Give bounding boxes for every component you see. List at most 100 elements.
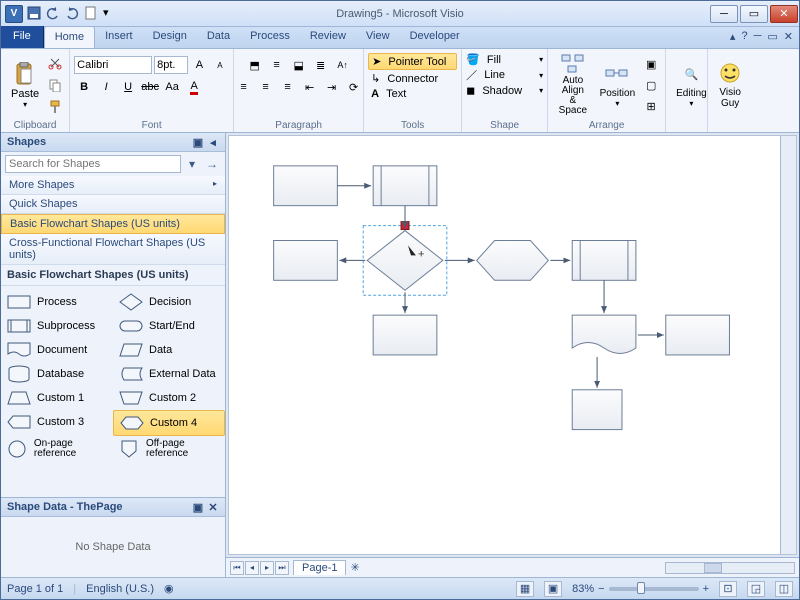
mdi-close-icon[interactable]: ✕ bbox=[784, 30, 793, 43]
shape-custom4[interactable]: Custom 4 bbox=[113, 410, 225, 436]
tab-view[interactable]: View bbox=[356, 26, 400, 48]
vertical-scrollbar[interactable] bbox=[780, 136, 796, 554]
ribbon-minimize-icon[interactable]: ▴ bbox=[730, 30, 736, 43]
cut-button[interactable] bbox=[45, 53, 65, 73]
stencil-basic-flowchart[interactable]: Basic Flowchart Shapes (US units) bbox=[1, 214, 225, 234]
text-case-button[interactable]: Aa bbox=[162, 77, 182, 97]
shape-custom2[interactable]: Custom 2 bbox=[113, 386, 225, 410]
shadow-button[interactable]: ◼ Shadow▾ bbox=[466, 84, 543, 97]
shrink-font-button[interactable]: A bbox=[211, 55, 230, 75]
paste-button[interactable]: Paste ▾ bbox=[5, 52, 45, 118]
tab-insert[interactable]: Insert bbox=[95, 26, 143, 48]
zoom-in-button[interactable]: + bbox=[703, 583, 709, 595]
tab-design[interactable]: Design bbox=[143, 26, 197, 48]
align-center-button[interactable]: ≡ bbox=[256, 77, 276, 97]
close-button[interactable]: ✕ bbox=[770, 5, 798, 23]
shape-document[interactable]: Document bbox=[1, 338, 113, 362]
stencil-cross-functional[interactable]: Cross-Functional Flowchart Shapes (US un… bbox=[1, 234, 225, 265]
pin-icon[interactable]: ▣ bbox=[192, 136, 204, 148]
align-right-button[interactable]: ≡ bbox=[278, 77, 298, 97]
shape-startend[interactable]: Start/End bbox=[113, 314, 225, 338]
connector-tool-button[interactable]: ↳ Connector bbox=[368, 71, 457, 86]
pointer-tool-button[interactable]: ➤ Pointer Tool bbox=[368, 53, 457, 70]
last-page-button[interactable]: ⏭ bbox=[275, 561, 289, 575]
pin-icon[interactable]: ▣ bbox=[192, 501, 204, 513]
align-middle-button[interactable]: ≡ bbox=[267, 55, 287, 75]
increase-indent-button[interactable]: ⇥ bbox=[322, 77, 342, 97]
strike-button[interactable]: abc bbox=[140, 77, 160, 97]
line-button[interactable]: ／ Line▾ bbox=[466, 67, 543, 83]
underline-button[interactable]: U bbox=[118, 77, 138, 97]
align-top-button[interactable]: ⬒ bbox=[245, 55, 265, 75]
bullets-button[interactable]: ≣ bbox=[311, 55, 331, 75]
shapes-collapse-icon[interactable]: ◂ bbox=[207, 136, 219, 148]
decrease-indent-button[interactable]: ⇤ bbox=[300, 77, 320, 97]
shape-decision[interactable]: Decision bbox=[113, 290, 225, 314]
mdi-minimize-icon[interactable]: ─ bbox=[754, 30, 762, 43]
pan-zoom-button[interactable]: ◲ bbox=[747, 581, 765, 597]
shape-search-input[interactable] bbox=[5, 155, 181, 173]
align-bottom-button[interactable]: ⬓ bbox=[289, 55, 309, 75]
tab-data[interactable]: Data bbox=[197, 26, 240, 48]
shape-custom3[interactable]: Custom 3 bbox=[1, 410, 113, 434]
tab-review[interactable]: Review bbox=[300, 26, 356, 48]
undo-icon[interactable] bbox=[46, 6, 62, 22]
qat-dropdown-icon[interactable]: ▾ bbox=[103, 6, 119, 22]
position-button[interactable]: Position▾ bbox=[594, 52, 642, 118]
status-language[interactable]: English (U.S.) bbox=[86, 583, 154, 595]
font-name-combo[interactable] bbox=[74, 56, 152, 74]
align-left-button[interactable]: ≡ bbox=[234, 77, 254, 97]
shape-offpageref[interactable]: Off-page reference bbox=[113, 436, 225, 462]
shape-subprocess[interactable]: Subprocess bbox=[1, 314, 113, 338]
shape-data[interactable]: Data bbox=[113, 338, 225, 362]
close-icon[interactable]: ✕ bbox=[207, 501, 219, 513]
group-button[interactable]: ⊞ bbox=[641, 96, 661, 116]
switch-windows-button[interactable]: ◫ bbox=[775, 581, 793, 597]
text-tool-button[interactable]: A Text bbox=[368, 87, 457, 101]
save-icon[interactable] bbox=[27, 6, 43, 22]
page-tab[interactable]: Page-1 bbox=[293, 560, 346, 575]
drawing-canvas[interactable]: + bbox=[228, 135, 797, 555]
bring-front-button[interactable]: ▣ bbox=[641, 54, 661, 74]
presentation-view-button[interactable]: ▦ bbox=[516, 581, 534, 597]
auto-align-button[interactable]: Auto Align & Space bbox=[552, 52, 593, 118]
editing-button[interactable]: 🔍 Editing▾ bbox=[670, 52, 713, 118]
next-page-button[interactable]: ▸ bbox=[260, 561, 274, 575]
quick-shapes[interactable]: Quick Shapes bbox=[1, 195, 225, 214]
formatpainter-button[interactable] bbox=[45, 97, 65, 117]
zoom-out-button[interactable]: − bbox=[598, 583, 604, 595]
maximize-button[interactable]: ▭ bbox=[740, 5, 768, 23]
horizontal-scrollbar[interactable] bbox=[665, 562, 795, 574]
mdi-restore-icon[interactable]: ▭ bbox=[767, 30, 777, 43]
search-dropdown-icon[interactable]: ▾ bbox=[183, 155, 201, 173]
font-color-button[interactable]: A bbox=[184, 77, 204, 97]
more-shapes[interactable]: More Shapes ▸ bbox=[1, 176, 225, 195]
rotate-text-button[interactable]: ⟳ bbox=[344, 77, 364, 97]
new-icon[interactable] bbox=[84, 6, 100, 22]
fit-page-button[interactable]: ⊡ bbox=[719, 581, 737, 597]
shape-custom1[interactable]: Custom 1 bbox=[1, 386, 113, 410]
tab-process[interactable]: Process bbox=[240, 26, 300, 48]
italic-button[interactable]: I bbox=[96, 77, 116, 97]
shape-onpageref[interactable]: On-page reference bbox=[1, 436, 113, 462]
fill-button[interactable]: 🪣 Fill▾ bbox=[466, 53, 543, 66]
increase-font-button[interactable]: A↑ bbox=[333, 55, 353, 75]
bold-button[interactable]: B bbox=[74, 77, 94, 97]
copy-button[interactable] bbox=[45, 75, 65, 95]
visioguy-button[interactable]: Visio Guy bbox=[712, 52, 748, 118]
prev-page-button[interactable]: ◂ bbox=[245, 561, 259, 575]
zoom-slider[interactable] bbox=[609, 587, 699, 591]
shape-externaldata[interactable]: External Data bbox=[113, 362, 225, 386]
first-page-button[interactable]: ⏮ bbox=[230, 561, 244, 575]
font-size-combo[interactable] bbox=[154, 56, 188, 74]
record-macro-icon[interactable]: ◉ bbox=[164, 582, 174, 595]
tab-home[interactable]: Home bbox=[44, 26, 95, 48]
redo-icon[interactable] bbox=[65, 6, 81, 22]
help-icon[interactable]: ? bbox=[741, 30, 747, 43]
send-back-button[interactable]: ▢ bbox=[641, 75, 661, 95]
insert-page-button[interactable]: ✳ bbox=[350, 561, 359, 574]
zoom-level[interactable]: 83% bbox=[572, 583, 594, 595]
app-icon[interactable]: V bbox=[5, 5, 23, 23]
full-screen-button[interactable]: ▣ bbox=[544, 581, 562, 597]
tab-developer[interactable]: Developer bbox=[400, 26, 470, 48]
